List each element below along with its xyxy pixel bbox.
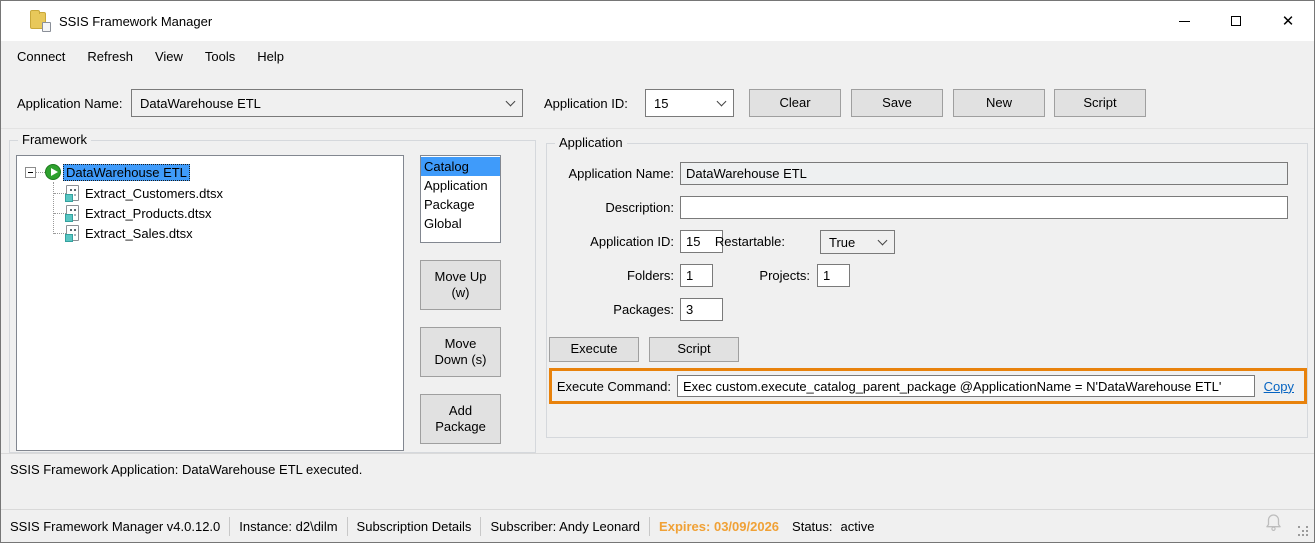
tree-node-package[interactable]: Extract_Products.dtsx xyxy=(54,203,211,223)
description-field-label: Description: xyxy=(605,200,674,215)
chevron-down-icon xyxy=(716,96,727,106)
application-id-combobox[interactable]: 15 xyxy=(645,89,734,117)
resize-grip[interactable] xyxy=(1298,526,1310,538)
play-icon xyxy=(45,164,61,180)
menu-tools[interactable]: Tools xyxy=(194,44,246,69)
menu-refresh[interactable]: Refresh xyxy=(76,44,144,69)
restartable-combobox[interactable]: True xyxy=(820,230,895,254)
menu-connect[interactable]: Connect xyxy=(6,44,76,69)
status-message: SSIS Framework Application: DataWarehous… xyxy=(10,462,363,477)
packages-field[interactable] xyxy=(680,298,723,321)
window-title: SSIS Framework Manager xyxy=(59,13,213,29)
description-field[interactable] xyxy=(680,196,1288,219)
app-name-field[interactable] xyxy=(680,162,1288,185)
client-separator xyxy=(1,453,1314,454)
framework-group-label: Framework xyxy=(18,132,92,147)
script-button-app[interactable]: Script xyxy=(649,337,739,362)
notification-bell-icon[interactable] xyxy=(1265,512,1282,535)
application-name-label: Application Name: xyxy=(17,96,123,111)
chevron-down-icon xyxy=(505,96,516,106)
projects-field[interactable] xyxy=(817,264,850,287)
status-bar: SSIS Framework Manager v4.0.12.0 Instanc… xyxy=(1,509,1314,542)
statusbar-subscription-details[interactable]: Subscription Details xyxy=(357,519,472,534)
execute-button[interactable]: Execute xyxy=(549,337,639,362)
application-group-label: Application xyxy=(555,135,627,150)
add-package-button[interactable]: Add Package xyxy=(420,394,501,444)
package-icon xyxy=(65,225,79,242)
scope-item-catalog[interactable]: Catalog xyxy=(421,157,500,176)
copy-link[interactable]: Copy xyxy=(1264,379,1294,394)
tree-node-package[interactable]: Extract_Customers.dtsx xyxy=(54,183,223,203)
move-down-button[interactable]: Move Down (s) xyxy=(420,327,501,377)
package-icon xyxy=(65,205,79,222)
tree-root-row[interactable]: DataWarehouse ETL xyxy=(25,162,190,182)
statusbar-subscriber: Subscriber: Andy Leonard xyxy=(490,518,641,534)
restartable-label: Restartable: xyxy=(714,234,785,249)
close-button[interactable]: ✕ xyxy=(1262,1,1314,41)
app-icon xyxy=(30,10,51,32)
move-up-button[interactable]: Move Up (w) xyxy=(420,260,501,310)
statusbar-instance: Instance: d2\dilm xyxy=(239,518,338,534)
save-button[interactable]: Save xyxy=(851,89,943,117)
app-name-field-label: Application Name: xyxy=(568,166,675,181)
toolbar-separator xyxy=(1,128,1314,129)
minimize-button[interactable] xyxy=(1158,1,1210,41)
menu-view[interactable]: View xyxy=(144,44,194,69)
statusbar-status-label: Status: xyxy=(792,518,833,534)
new-button[interactable]: New xyxy=(953,89,1045,117)
statusbar-version: SSIS Framework Manager v4.0.12.0 xyxy=(10,518,221,534)
scope-listbox[interactable]: Catalog Application Package Global xyxy=(420,155,501,243)
application-id-label: Application ID: xyxy=(544,96,628,111)
packages-label: Packages: xyxy=(613,302,674,317)
tree-node-application[interactable]: DataWarehouse ETL xyxy=(63,163,190,181)
scope-item-package[interactable]: Package xyxy=(421,195,500,214)
close-icon: ✕ xyxy=(1281,12,1295,30)
chevron-down-icon xyxy=(877,235,888,245)
statusbar-status-value: active xyxy=(840,518,875,534)
execute-command-field[interactable] xyxy=(677,375,1255,397)
scope-item-application[interactable]: Application xyxy=(421,176,500,195)
framework-tree[interactable]: DataWarehouse ETL Extract_Customers.dtsx… xyxy=(16,155,404,451)
statusbar-expires: Expires: 03/09/2026 xyxy=(659,518,780,534)
execute-command-label: Execute Command: xyxy=(556,378,671,394)
application-groupbox: Application Application Name: Descriptio… xyxy=(546,135,1308,438)
app-window: SSIS Framework Manager ✕ Connect Refresh… xyxy=(0,0,1315,543)
maximize-button[interactable] xyxy=(1210,1,1262,41)
tree-node-package[interactable]: Extract_Sales.dtsx xyxy=(54,223,193,243)
menu-bar: Connect Refresh View Tools Help xyxy=(1,41,1314,72)
execute-command-highlight: Execute Command: Copy xyxy=(549,368,1307,404)
app-id-field-label: Application ID: xyxy=(590,234,674,249)
minimize-icon xyxy=(1178,20,1190,22)
scope-item-global[interactable]: Global xyxy=(421,214,500,233)
framework-groupbox: Framework DataWarehouse ETL Extract_Cust… xyxy=(9,132,536,453)
maximize-icon xyxy=(1231,16,1241,26)
title-bar: SSIS Framework Manager ✕ xyxy=(1,1,1314,41)
menu-help[interactable]: Help xyxy=(246,44,295,69)
application-name-combobox[interactable]: DataWarehouse ETL xyxy=(131,89,523,117)
clear-button[interactable]: Clear xyxy=(749,89,841,117)
folders-label: Folders: xyxy=(627,268,674,283)
package-icon xyxy=(65,185,79,202)
collapse-icon[interactable] xyxy=(25,166,36,178)
projects-label: Projects: xyxy=(759,268,810,283)
script-button-top[interactable]: Script xyxy=(1054,89,1146,117)
